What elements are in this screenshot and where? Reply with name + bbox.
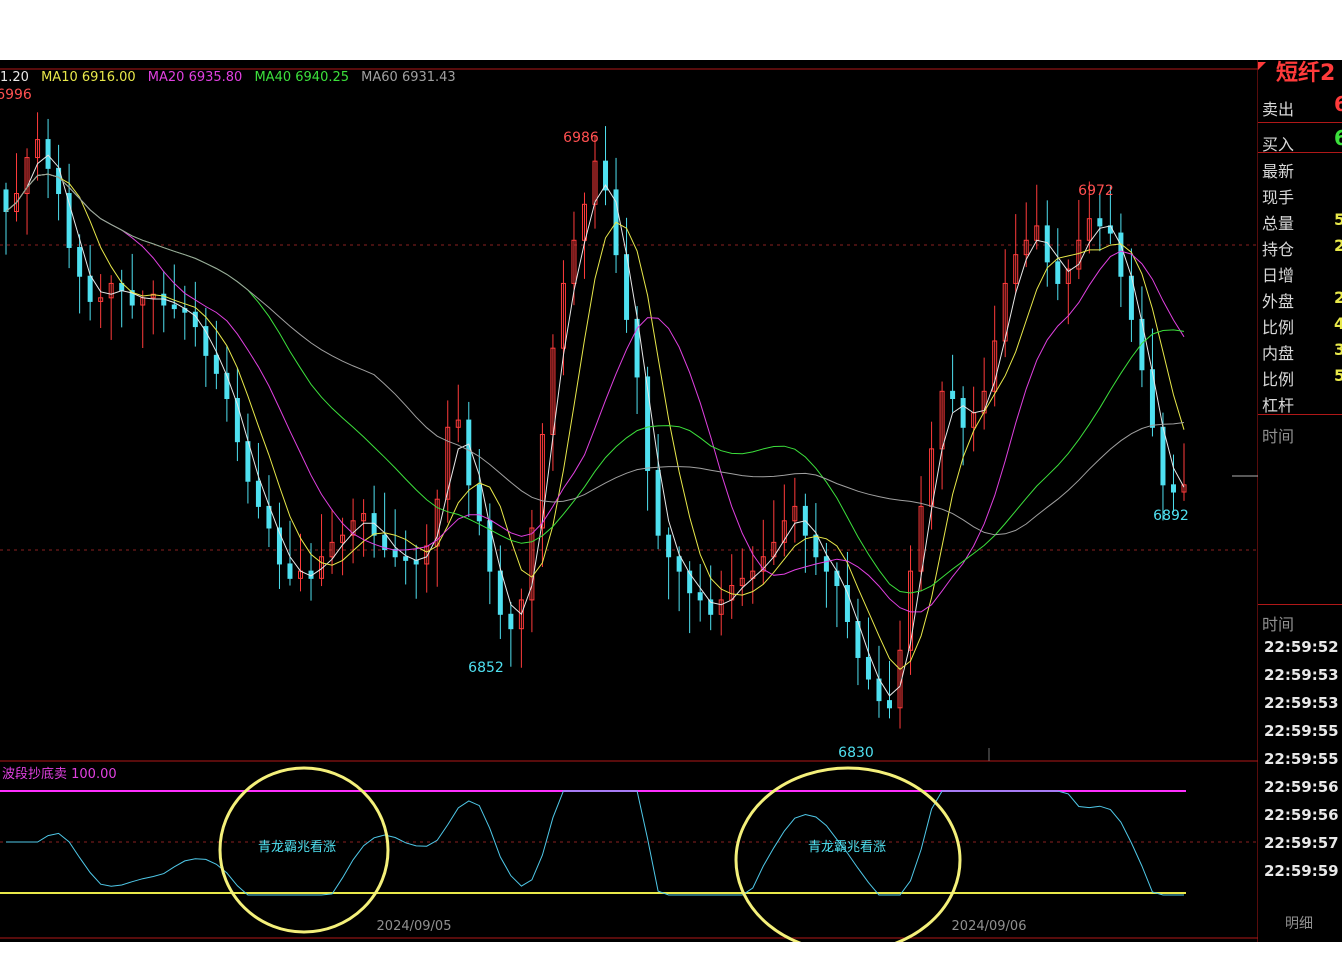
extreme-label: 6892 xyxy=(1153,508,1189,524)
panel-row-label: 日增 xyxy=(1262,266,1295,285)
candle-body xyxy=(1160,426,1166,486)
panel-row-label: 比例 xyxy=(1262,370,1295,389)
extreme-label: 6996 xyxy=(0,87,32,103)
indicator-label: 波段抄底卖 100.00 xyxy=(2,767,117,782)
candle-body xyxy=(224,372,230,400)
panel-row-label: 最新 xyxy=(1262,162,1295,181)
ma10-line xyxy=(5,173,1185,671)
tick-time: 22:59:56 xyxy=(1264,806,1339,824)
panel-row-label: 持仓 xyxy=(1262,240,1295,259)
sell-label: 卖出 xyxy=(1262,100,1295,119)
indicator-series-line xyxy=(6,790,1184,896)
candle-body xyxy=(823,556,829,572)
buy-value: 6 xyxy=(1334,126,1342,150)
panel-row-label: 总量 xyxy=(1262,214,1295,233)
ma5-label: 1.20 xyxy=(0,70,29,85)
candle-body xyxy=(950,390,956,400)
candle-body xyxy=(213,354,219,374)
panel-row-value: 5 xyxy=(1334,366,1342,385)
ma60-label: MA60 6931.43 xyxy=(361,70,456,85)
tick-time: 22:59:56 xyxy=(1264,778,1339,796)
candle-body xyxy=(77,246,83,277)
candle-body xyxy=(960,398,966,428)
ma5-line xyxy=(5,154,1185,697)
tick-time: 22:59:59 xyxy=(1264,862,1339,880)
candle-body xyxy=(171,304,177,310)
panel-divider-2 xyxy=(1258,152,1342,153)
x-tick-label: 2024/09/06 xyxy=(952,919,1027,934)
candle-body xyxy=(687,570,693,594)
candle-body xyxy=(1170,484,1176,493)
tick-time: 22:59:52 xyxy=(1264,638,1339,656)
panel-row-label: 现手 xyxy=(1262,188,1295,207)
candle-body xyxy=(1107,225,1113,234)
ma10-label: MA10 6916.00 xyxy=(41,70,136,85)
extreme-label: 6986 xyxy=(563,130,599,146)
ma20-label: MA20 6935.80 xyxy=(147,70,243,85)
panel-corner-mark xyxy=(1258,62,1266,70)
panel-row-label: 杠杆 xyxy=(1262,396,1295,415)
candle-body xyxy=(676,556,682,572)
panel-title[interactable]: 短纤2 xyxy=(1276,55,1335,87)
candle-body xyxy=(45,139,51,169)
candle-body xyxy=(403,556,409,561)
bottom-margin xyxy=(0,942,1342,961)
panel-row-label: 比例 xyxy=(1262,318,1295,337)
top-margin xyxy=(0,0,1342,60)
candle-body xyxy=(697,592,703,601)
candle-body xyxy=(497,570,503,615)
tick-time: 22:59:57 xyxy=(1264,834,1339,852)
chart-window: 6996 6986 6972 6852 6830 6892 2024/09/05 2024/0… xyxy=(0,0,1342,961)
panel-row-label: 内盘 xyxy=(1262,344,1295,363)
ma40-label: MA40 6940.25 xyxy=(254,70,350,85)
candle-body xyxy=(813,534,819,558)
candle-body xyxy=(865,656,871,680)
extreme-label: 6830 xyxy=(838,745,874,761)
candle-body xyxy=(466,419,472,486)
panel-divider-3 xyxy=(1258,414,1342,415)
extreme-label: 6972 xyxy=(1078,183,1114,199)
panel-row-value: 20 xyxy=(1334,236,1342,255)
ma-legend: 1.20 MA10 6916.00 MA20 6935.80 MA40 6940… xyxy=(0,70,464,88)
panel-divider-4 xyxy=(1258,604,1342,605)
time-header-2: 时间 xyxy=(1262,615,1295,634)
tick-time: 22:59:53 xyxy=(1264,666,1339,684)
tick-time: 22:59:53 xyxy=(1264,694,1339,712)
candle-body xyxy=(887,700,892,709)
ma40-line xyxy=(5,173,1185,594)
candle-body xyxy=(876,678,882,702)
candle-body xyxy=(3,189,9,213)
candle-body xyxy=(255,480,261,507)
candle-body xyxy=(245,441,251,482)
panel-row-value: 2 xyxy=(1334,288,1342,307)
tick-time: 22:59:55 xyxy=(1264,750,1339,768)
candle-body xyxy=(1118,232,1124,277)
extreme-label: 6852 xyxy=(468,660,504,676)
annotation-text-2: 青龙霸兆看涨 xyxy=(808,840,887,855)
candle-body xyxy=(666,534,672,558)
candle-body xyxy=(508,613,514,630)
annotation-text-1: 青龙霸兆看涨 xyxy=(258,840,337,855)
tick-time: 22:59:55 xyxy=(1264,722,1339,740)
candle-body xyxy=(87,275,93,302)
panel-row-value: 3 xyxy=(1334,340,1342,359)
ma20-line xyxy=(5,173,1185,613)
detail-tab[interactable]: 明细 xyxy=(1285,913,1313,933)
candle-body xyxy=(287,563,293,579)
panel-divider-1 xyxy=(1258,122,1342,123)
candle-body xyxy=(655,469,661,536)
candle-body xyxy=(1055,261,1061,284)
time-header-1: 时间 xyxy=(1262,427,1295,446)
sell-value: 6 xyxy=(1334,92,1342,116)
panel-row-label: 外盘 xyxy=(1262,292,1295,311)
panel-row-value: 5 xyxy=(1334,210,1342,229)
candle-body xyxy=(1097,218,1103,227)
panel-row-value: 4 xyxy=(1334,314,1342,333)
x-tick-label: 2024/09/05 xyxy=(377,919,452,934)
candlestick-chart[interactable]: 6996 6986 6972 6852 6830 6892 2024/09/05 2024/0… xyxy=(0,60,1260,942)
